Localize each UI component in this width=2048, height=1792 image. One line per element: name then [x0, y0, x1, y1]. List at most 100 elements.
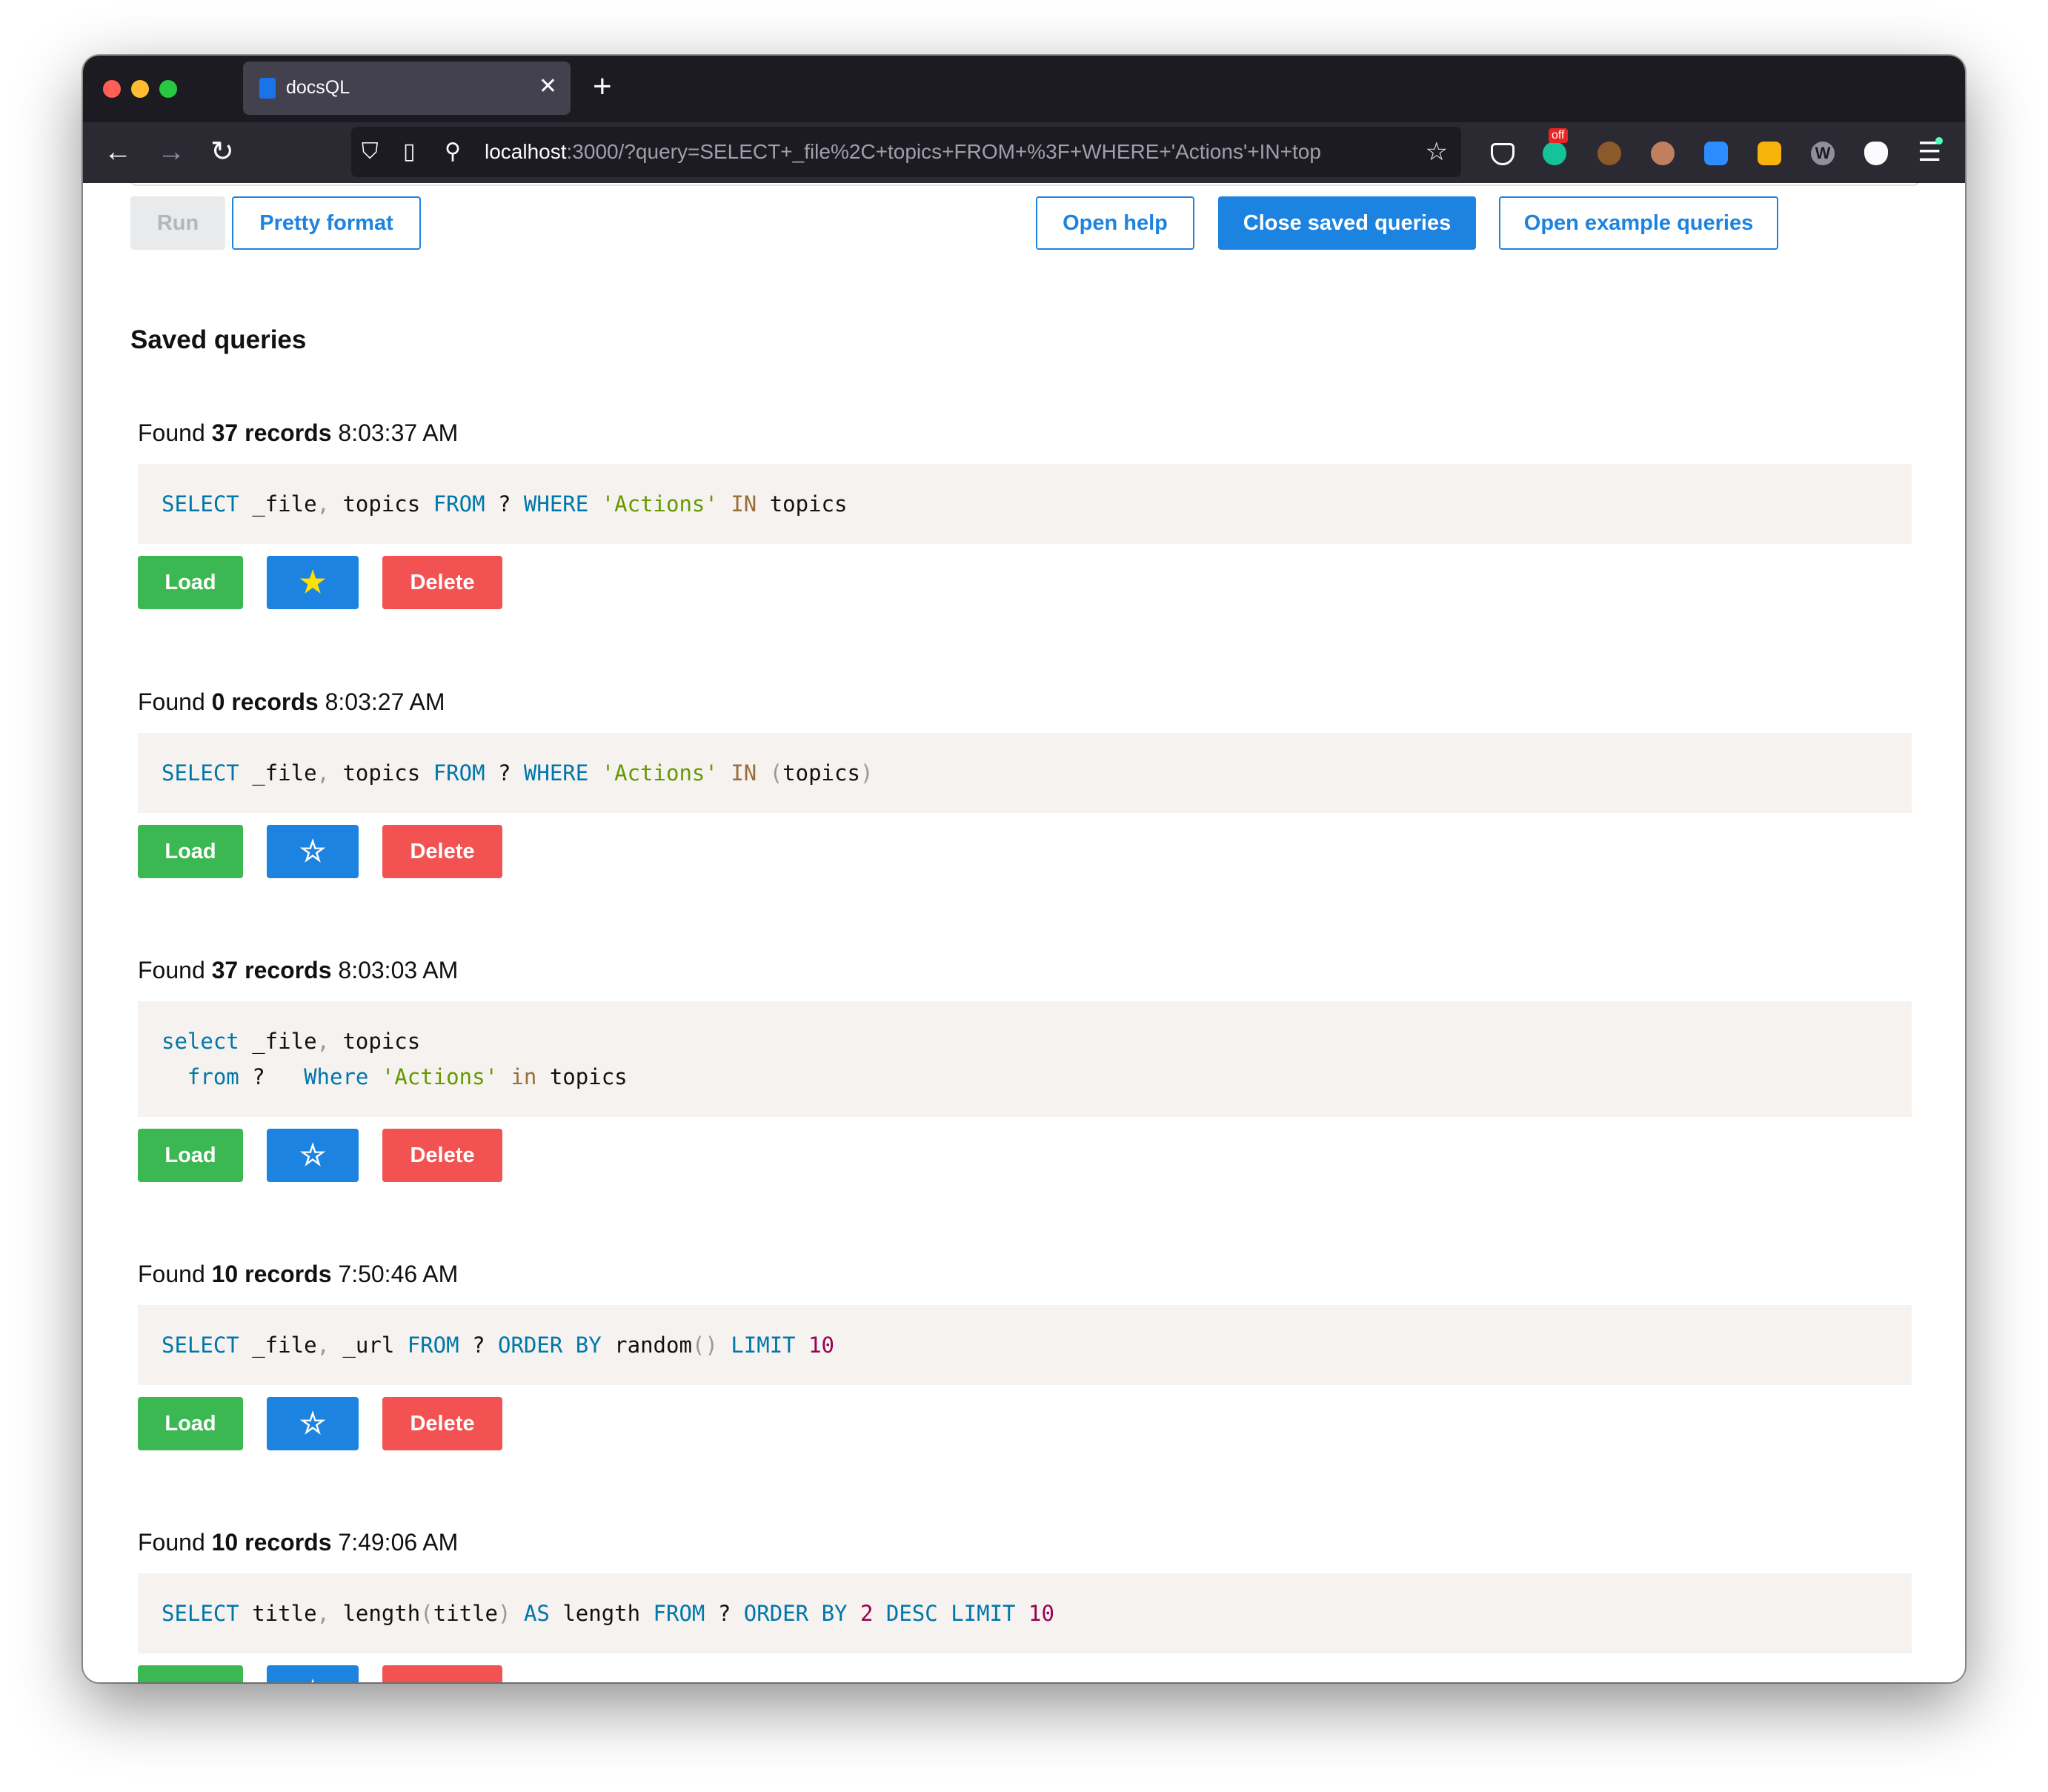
code-token: _file: [239, 1029, 317, 1054]
page-info-icon[interactable]: ▯: [403, 139, 416, 165]
code-token: _url: [330, 1333, 408, 1358]
load-button[interactable]: Load: [138, 1665, 243, 1682]
code-token: ): [860, 760, 874, 786]
code-token: _file: [239, 1333, 317, 1358]
bird-extension-icon[interactable]: [1651, 142, 1675, 165]
star-outline-icon[interactable]: ☆: [267, 1397, 359, 1450]
code-token: 'Actions': [381, 1064, 498, 1089]
query-code[interactable]: SELECT title, length(title) AS length FR…: [138, 1573, 1912, 1653]
close-saved-queries-button[interactable]: Close saved queries: [1218, 196, 1476, 250]
query-timestamp: 7:49:06 AM: [331, 1529, 459, 1556]
code-token: (: [420, 1601, 433, 1626]
load-button[interactable]: Load: [138, 1129, 243, 1182]
tracking-shield-icon[interactable]: ⛉: [362, 139, 379, 165]
back-arrow-icon[interactable]: ←: [104, 136, 132, 168]
code-token: ?: [705, 1601, 744, 1626]
extension-off-badge: off: [1549, 128, 1568, 143]
code-token: ): [498, 1601, 511, 1626]
code-token: 10: [1028, 1601, 1054, 1626]
code-token: select: [162, 1029, 239, 1054]
open-help-button[interactable]: Open help: [1036, 196, 1194, 250]
code-token: FROM: [653, 1601, 705, 1626]
new-tab-button[interactable]: +: [593, 69, 612, 104]
address-bar[interactable]: ⛉ ▯ ⚲ localhost:3000/?query=SELECT+_file…: [351, 127, 1461, 177]
load-button[interactable]: Load: [138, 1397, 243, 1450]
query-code[interactable]: SELECT _file, topics FROM ? WHERE 'Actio…: [138, 733, 1912, 813]
record-count: 10 records: [211, 1529, 332, 1556]
code-token: SELECT: [162, 1333, 239, 1358]
star-outline-icon[interactable]: ☆: [267, 825, 359, 878]
query-code[interactable]: select _file, topics from ? Where 'Actio…: [138, 1001, 1912, 1117]
delete-button[interactable]: Delete: [382, 1665, 502, 1682]
delete-button[interactable]: Delete: [382, 825, 502, 878]
query-code[interactable]: SELECT _file, _url FROM ? ORDER BY rando…: [138, 1305, 1912, 1385]
code-token: DESC: [885, 1601, 938, 1626]
forward-arrow-icon[interactable]: →: [157, 136, 185, 168]
code-token: topics: [782, 760, 860, 786]
close-window-button[interactable]: [103, 80, 121, 98]
code-token: ,: [316, 1029, 330, 1054]
code-token: SELECT: [162, 491, 239, 517]
load-button[interactable]: Load: [138, 825, 243, 878]
query-editor[interactable]: [130, 183, 1919, 186]
reload-icon[interactable]: ↻: [210, 136, 234, 168]
code-token: WHERE: [523, 491, 589, 517]
query-code[interactable]: SELECT _file, topics FROM ? WHERE 'Actio…: [138, 464, 1912, 544]
code-token: BY: [575, 1333, 602, 1358]
found-prefix: Found: [138, 688, 212, 715]
code-token: _file: [239, 491, 317, 517]
code-token: length: [330, 1601, 421, 1626]
monkey-extension-icon[interactable]: [1597, 142, 1621, 165]
pocket-icon[interactable]: [1491, 143, 1515, 165]
update-dot: [1935, 137, 1943, 145]
shield-extension-icon[interactable]: [1758, 142, 1781, 165]
close-icon[interactable]: ✕: [539, 73, 557, 100]
load-button[interactable]: Load: [138, 556, 243, 609]
code-token: BY: [821, 1601, 848, 1626]
found-records-line: Found 37 records 8:03:03 AM: [138, 955, 458, 985]
query-timestamp: 8:03:37 AM: [331, 419, 459, 446]
code-token: ?: [239, 1064, 305, 1089]
code-token: length: [549, 1601, 654, 1626]
star-filled-icon[interactable]: ★: [267, 556, 359, 609]
found-records-line: Found 10 records 7:49:06 AM: [138, 1527, 458, 1557]
code-token: ?: [485, 760, 524, 786]
browser-window: docsQL ✕ + ← → ↻ ⛉ ▯ ⚲ localhost:3000/?q…: [83, 56, 1965, 1682]
zoom-extension-icon[interactable]: [1704, 142, 1728, 165]
url-host: localhost: [485, 140, 567, 163]
grammarly-icon[interactable]: [1543, 142, 1566, 165]
tab-strip: docsQL ✕ +: [83, 56, 1965, 122]
permissions-icon[interactable]: ⚲: [445, 139, 461, 165]
code-token: AS: [523, 1601, 550, 1626]
flask-extension-icon[interactable]: [1864, 142, 1888, 165]
minimize-window-button[interactable]: [131, 80, 149, 98]
open-example-queries-button[interactable]: Open example queries: [1499, 196, 1778, 250]
delete-button[interactable]: Delete: [382, 1129, 502, 1182]
delete-button[interactable]: Delete: [382, 556, 502, 609]
code-token: IN: [731, 760, 757, 786]
star-outline-icon[interactable]: ☆: [267, 1665, 359, 1682]
pretty-format-button[interactable]: Pretty format: [232, 196, 421, 250]
url-text[interactable]: localhost:3000/?query=SELECT+_file%2C+to…: [485, 140, 1374, 164]
code-token: (): [691, 1333, 718, 1358]
bookmark-star-icon[interactable]: ☆: [1426, 137, 1448, 167]
run-button[interactable]: Run: [130, 196, 225, 250]
tab-docsql[interactable]: docsQL ✕: [243, 62, 571, 115]
maximize-window-button[interactable]: [159, 80, 177, 98]
star-outline-icon[interactable]: ☆: [267, 1129, 359, 1182]
delete-button[interactable]: Delete: [382, 1397, 502, 1450]
code-token: topics: [330, 1029, 421, 1054]
record-count: 0 records: [211, 688, 319, 715]
query-timestamp: 8:03:27 AM: [318, 688, 445, 715]
w-extension-icon[interactable]: W: [1811, 142, 1835, 165]
